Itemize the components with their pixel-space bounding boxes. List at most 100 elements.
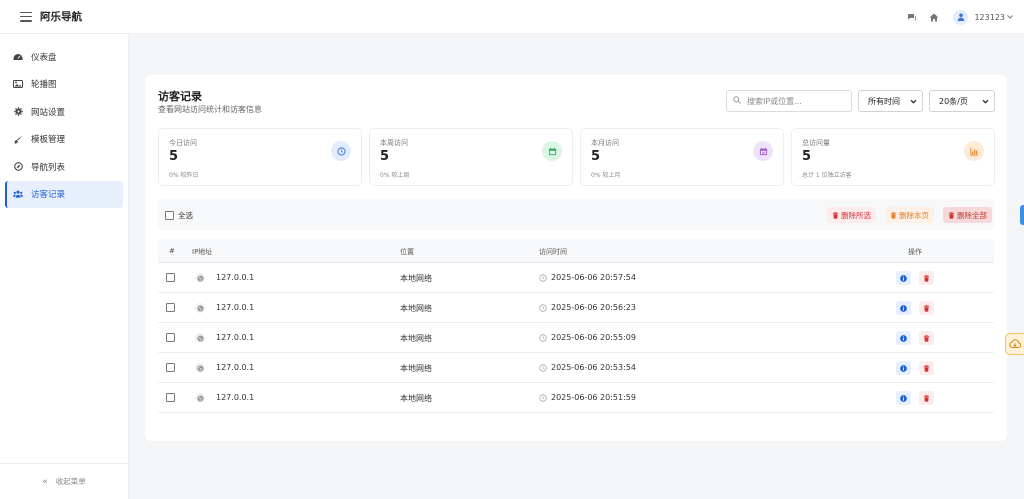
- stat-label: 本月访问: [591, 139, 619, 147]
- page-size-select[interactable]: 20条/页: [929, 90, 995, 112]
- row-checkbox[interactable]: [166, 393, 175, 402]
- sidebar: 仪表盘 轮播图 网站设置 模板管理 导航列表 访客记录 « 收起菜单: [0, 34, 129, 499]
- avatar[interactable]: [953, 9, 969, 25]
- select-all-checkbox[interactable]: [165, 211, 174, 220]
- page-title: 访客记录: [158, 90, 202, 103]
- row-checkbox[interactable]: [166, 333, 175, 342]
- search-input[interactable]: [747, 96, 847, 106]
- table-header: # IP地址 位置 访问时间 操作: [158, 239, 994, 263]
- info-icon: [900, 334, 907, 342]
- info-icon: [900, 274, 907, 282]
- trash-icon: [923, 304, 930, 312]
- delete-row-button[interactable]: [919, 271, 934, 285]
- trash-icon: [923, 274, 930, 282]
- sidebar-item-site-settings[interactable]: 网站设置: [5, 98, 123, 126]
- globe-icon: [195, 273, 205, 283]
- delete-selected-button[interactable]: 删除所选: [827, 207, 876, 223]
- col-index: #: [169, 247, 175, 255]
- row-ip: 127.0.0.1: [216, 303, 255, 312]
- sidebar-item-label: 仪表盘: [31, 52, 57, 63]
- row-time: 2025-06-06 20:53:54: [551, 363, 636, 372]
- trash-icon: [923, 364, 930, 372]
- chat-icon[interactable]: [906, 11, 918, 23]
- clock-icon: [331, 141, 351, 161]
- brand-title: 阿乐导航: [40, 11, 82, 23]
- stat-card-today: 今日访问 5 0% 较昨日: [158, 128, 362, 186]
- row-location: 本地网络: [400, 394, 432, 403]
- row-ip: 127.0.0.1: [216, 363, 255, 372]
- row-ip: 127.0.0.1: [216, 333, 255, 342]
- bar-chart-icon: [964, 141, 984, 161]
- row-checkbox[interactable]: [166, 273, 175, 282]
- sidebar-item-nav-list[interactable]: 导航列表: [5, 153, 123, 181]
- trash-icon: [948, 211, 955, 219]
- side-float-tab[interactable]: [1020, 205, 1024, 225]
- delete-page-button[interactable]: 删除本页: [885, 207, 934, 223]
- stat-label: 今日访问: [169, 139, 197, 147]
- delete-row-button[interactable]: [919, 361, 934, 375]
- cloud-icon[interactable]: [1005, 333, 1024, 355]
- delete-row-button[interactable]: [919, 331, 934, 345]
- sidebar-item-templates[interactable]: 模板管理: [5, 126, 123, 154]
- stat-label: 本周访问: [380, 139, 408, 147]
- sidebar-item-visitor-logs[interactable]: 访客记录: [5, 180, 123, 208]
- info-button[interactable]: [896, 391, 911, 405]
- chevron-down-icon: [910, 98, 917, 105]
- trash-icon: [832, 211, 839, 219]
- globe-icon: [195, 393, 205, 403]
- time-filter-select[interactable]: 所有时间: [858, 90, 923, 112]
- stat-note: 0% 较昨日: [169, 172, 199, 179]
- sidebar-item-label: 模板管理: [31, 135, 66, 146]
- delete-row-button[interactable]: [919, 391, 934, 405]
- table-row: 127.0.0.1 本地网络 2025-06-06 20:56:23: [158, 293, 994, 323]
- info-button[interactable]: [896, 361, 911, 375]
- search-box[interactable]: [726, 90, 852, 112]
- sidebar-item-label: 导航列表: [31, 162, 66, 173]
- col-time: 访问时间: [539, 248, 567, 256]
- row-checkbox[interactable]: [166, 303, 175, 312]
- table-row: 127.0.0.1 本地网络 2025-06-06 20:51:59: [158, 383, 994, 413]
- sidebar-item-dashboard[interactable]: 仪表盘: [5, 43, 123, 71]
- delete-all-label: 删除全部: [957, 210, 987, 220]
- stat-value: 5: [169, 149, 179, 164]
- info-button[interactable]: [896, 301, 911, 315]
- row-location: 本地网络: [400, 364, 432, 373]
- stat-note: 0% 较上周: [380, 172, 410, 179]
- collapse-menu-button[interactable]: « 收起菜单: [0, 463, 128, 499]
- calendar-month-icon: [753, 141, 773, 161]
- info-icon: [900, 394, 907, 402]
- trash-icon: [890, 211, 897, 219]
- info-button[interactable]: [896, 331, 911, 345]
- col-ops: 操作: [908, 248, 922, 256]
- sidebar-item-label: 网站设置: [31, 107, 66, 118]
- row-ip: 127.0.0.1: [216, 273, 255, 282]
- trash-icon: [923, 334, 930, 342]
- info-icon: [900, 364, 907, 372]
- sidebar-item-label: 轮播图: [31, 80, 57, 91]
- dashboard-icon: [13, 52, 23, 62]
- sidebar-nav: 仪表盘 轮播图 网站设置 模板管理 导航列表 访客记录: [0, 34, 128, 208]
- table-row: 127.0.0.1 本地网络 2025-06-06 20:55:09: [158, 323, 994, 353]
- username[interactable]: 123123: [974, 13, 1005, 22]
- select-all-label: 全选: [178, 211, 193, 220]
- globe-icon: [195, 303, 205, 313]
- chevron-down-icon[interactable]: [1007, 14, 1014, 21]
- delete-selected-label: 删除所选: [841, 210, 871, 220]
- globe-icon: [195, 363, 205, 373]
- delete-row-button[interactable]: [919, 301, 934, 315]
- delete-all-button[interactable]: 删除全部: [943, 207, 992, 223]
- info-icon: [900, 304, 907, 312]
- clock-icon: [539, 273, 548, 282]
- stat-note: 总计 1 位独立访客: [802, 172, 852, 179]
- bulk-action-bar: 全选 删除所选 删除本页 删除全部: [158, 199, 994, 230]
- stat-card-week: 本周访问 5 0% 较上周: [369, 128, 573, 186]
- info-button[interactable]: [896, 271, 911, 285]
- select-all[interactable]: 全选: [165, 210, 193, 221]
- clock-icon: [539, 363, 548, 372]
- menu-toggle-icon[interactable]: [20, 11, 32, 22]
- calendar-week-icon: [542, 141, 562, 161]
- home-icon[interactable]: [928, 11, 940, 23]
- sidebar-item-carousel[interactable]: 轮播图: [5, 71, 123, 99]
- row-checkbox[interactable]: [166, 363, 175, 372]
- globe-icon: [195, 333, 205, 343]
